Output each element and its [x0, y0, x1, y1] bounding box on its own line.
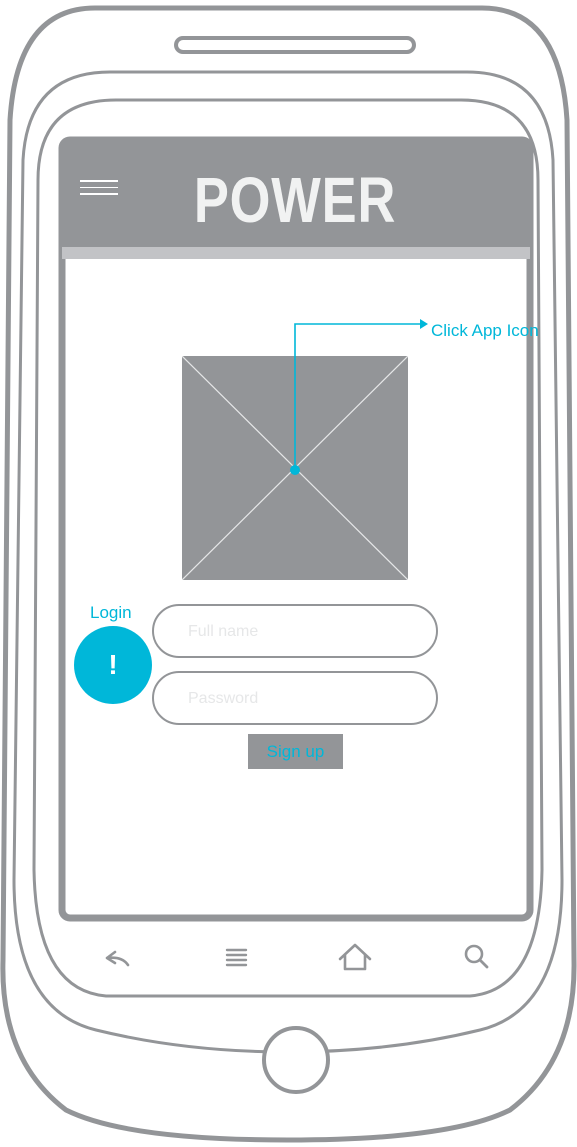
physical-home-button[interactable] [260, 1024, 332, 1096]
fullname-input[interactable] [186, 606, 420, 658]
login-annotation-label: Login [90, 603, 132, 622]
password-input[interactable] [186, 673, 420, 725]
menu-list-icon[interactable] [212, 932, 262, 982]
search-icon[interactable] [452, 932, 502, 982]
password-field[interactable] [152, 671, 438, 725]
home-icon[interactable] [330, 932, 380, 982]
signup-button[interactable]: Sign up [248, 734, 343, 769]
click-annotation-label: Click App Icon [431, 321, 539, 340]
fullname-field[interactable] [152, 604, 438, 658]
alert-badge: ! [74, 626, 152, 704]
back-icon[interactable] [92, 932, 142, 982]
